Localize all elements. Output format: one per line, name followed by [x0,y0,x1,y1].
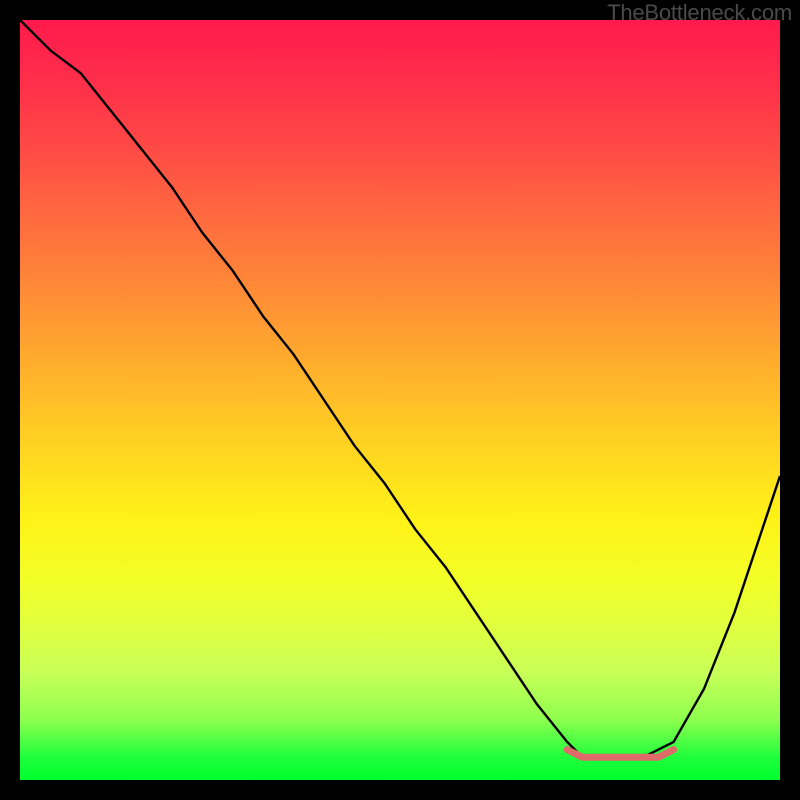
curve-overlay [20,20,780,780]
bottleneck-curve [20,20,780,757]
chart-frame [20,20,780,780]
watermark-text: TheBottleneck.com [607,0,792,26]
